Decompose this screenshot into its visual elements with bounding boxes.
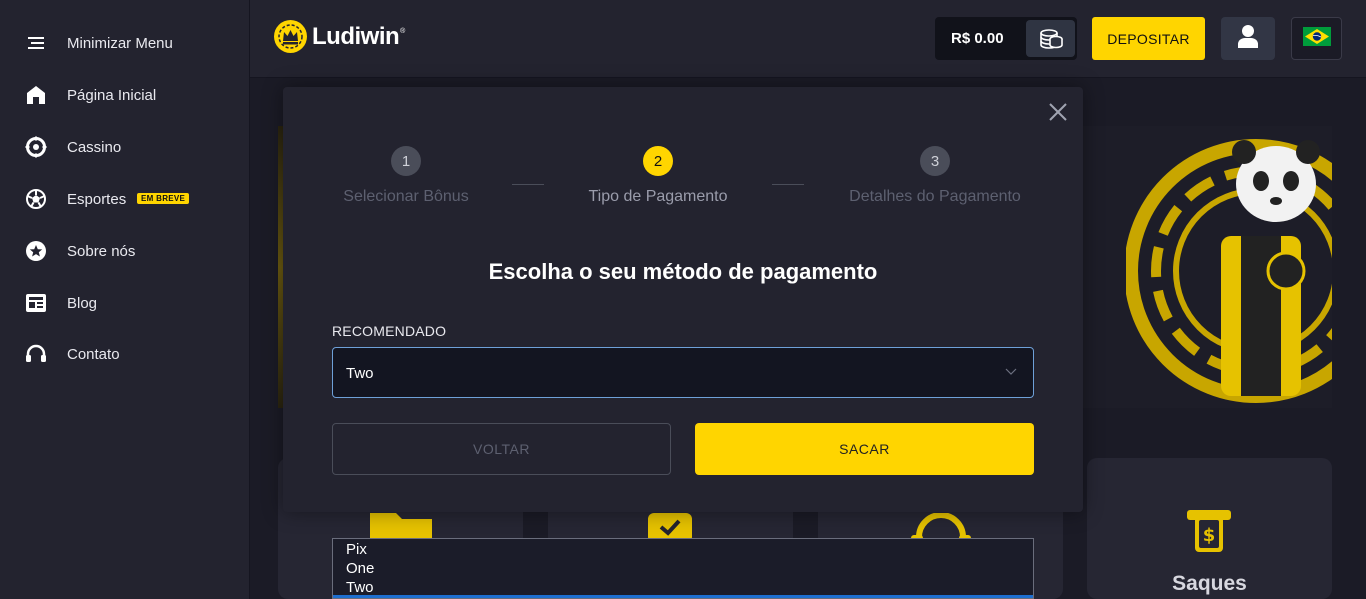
sidebar-item-label: Página Inicial — [67, 86, 157, 104]
newspaper-icon — [25, 292, 47, 314]
sidebar-item-about[interactable]: Sobre nós — [0, 231, 249, 271]
sidebar-item-label: Blog — [67, 294, 98, 312]
brand-name: Ludiwin — [312, 22, 400, 50]
soccer-ball-icon — [25, 188, 47, 210]
deposit-button[interactable]: DEPOSITAR — [1092, 17, 1205, 60]
option-highlight — [333, 595, 1033, 598]
chevron-down-icon — [1005, 368, 1017, 375]
payment-modal: 1 Selecionar Bônus 2 Tipo de Pagamento 3… — [283, 87, 1083, 512]
money-withdraw-icon: $ — [1187, 510, 1231, 552]
step-number: 2 — [643, 146, 673, 176]
step-connector — [772, 184, 804, 185]
withdrawals-label: Saques — [1172, 572, 1247, 595]
headset-icon — [25, 343, 47, 365]
step-payment-details: 3 Detalhes do Pagamento — [815, 146, 1055, 206]
withdraw-button[interactable]: SACAR — [695, 423, 1034, 475]
brazil-flag-icon — [1302, 26, 1331, 51]
payment-method-options: Pix One Two — [332, 538, 1034, 599]
user-account-button[interactable] — [1221, 17, 1275, 60]
option-one[interactable]: One — [346, 560, 374, 577]
close-icon[interactable] — [1047, 101, 1069, 123]
step-label: Detalhes do Pagamento — [849, 188, 1021, 205]
sidebar-item-casino[interactable]: Cassino — [0, 127, 249, 167]
sidebar-item-label: Esportes — [67, 190, 127, 208]
sidebar-item-label: Contato — [67, 345, 120, 363]
casino-chip-icon — [25, 136, 47, 158]
sidebar-item-contact[interactable]: Contato — [0, 334, 249, 374]
sidebar-item-sports[interactable]: Esportes EM BREVE — [0, 179, 249, 219]
panda-mascot-image — [1126, 139, 1332, 403]
step-payment-type: 2 Tipo de Pagamento — [538, 146, 778, 206]
step-number: 1 — [391, 146, 421, 176]
modal-heading: Escolha o seu método de pagamento — [488, 259, 878, 284]
sidebar: Minimizar Menu Página Inicial Cassino Es… — [0, 0, 250, 599]
sidebar-item-minimize-menu[interactable]: Minimizar Menu — [0, 23, 249, 63]
sidebar-item-label: Sobre nós — [67, 242, 136, 260]
payment-method-select[interactable]: Two — [332, 347, 1034, 398]
registered-mark: ® — [400, 28, 406, 35]
menu-icon — [25, 32, 47, 54]
crown-coin-icon — [274, 20, 307, 53]
sidebar-item-blog[interactable]: Blog — [0, 283, 249, 323]
balance-widget[interactable]: R$ 0.00 — [935, 17, 1077, 60]
step-label: Tipo de Pagamento — [588, 188, 728, 205]
sidebar-item-home[interactable]: Página Inicial — [0, 75, 249, 115]
step-number: 3 — [920, 146, 950, 176]
home-icon — [25, 84, 47, 106]
top-bar: Ludiwin ® R$ 0.00 DEPOSITAR — [250, 0, 1366, 78]
option-pix[interactable]: Pix — [346, 541, 367, 558]
step-select-bonus: 1 Selecionar Bônus — [286, 146, 526, 206]
sidebar-item-label: Minimizar Menu — [67, 34, 173, 52]
svg-text:$: $ — [1203, 525, 1216, 546]
language-button[interactable] — [1291, 17, 1342, 60]
recommended-label: RECOMENDADO — [332, 323, 447, 339]
back-button[interactable]: VOLTAR — [332, 423, 671, 475]
withdrawals-card[interactable]: $ Saques — [1087, 458, 1332, 599]
brand-logo[interactable]: Ludiwin ® — [274, 20, 405, 53]
step-label: Selecionar Bônus — [343, 188, 469, 205]
coins-icon[interactable] — [1026, 20, 1075, 57]
user-icon — [1238, 24, 1258, 53]
option-two[interactable]: Two — [346, 579, 374, 596]
star-icon — [25, 240, 47, 262]
selected-value: Two — [346, 365, 374, 382]
sidebar-item-label: Cassino — [67, 138, 122, 156]
coming-soon-badge: EM BREVE — [137, 193, 190, 204]
balance-amount: R$ 0.00 — [951, 30, 1004, 47]
